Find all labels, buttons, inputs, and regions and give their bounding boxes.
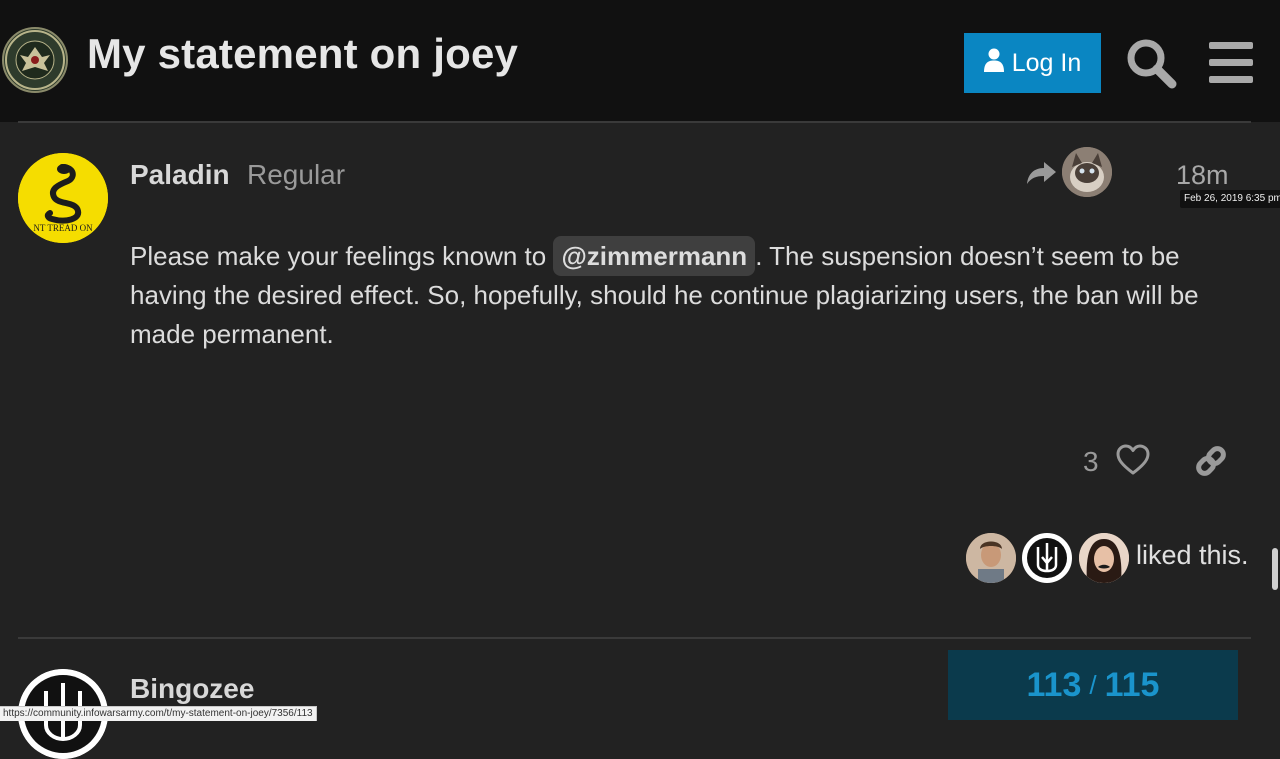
reply-arrow-icon[interactable] xyxy=(1026,160,1058,186)
post-divider xyxy=(18,637,1251,639)
liker-avatar[interactable] xyxy=(1079,533,1129,583)
site-logo[interactable] xyxy=(2,27,68,93)
page-scrollbar[interactable] xyxy=(1272,548,1278,590)
login-button[interactable]: Log In xyxy=(964,33,1101,93)
next-post-username[interactable]: Bingozee xyxy=(130,673,254,705)
post-date[interactable]: 18m xyxy=(1176,160,1229,191)
post-text-start: Please make your feelings known to xyxy=(130,241,554,271)
topic-progress[interactable]: 113 / 115 xyxy=(948,650,1238,720)
header-divider xyxy=(18,121,1251,123)
like-count[interactable]: 3 xyxy=(1083,446,1099,478)
avatar-motto: NT TREAD ON xyxy=(33,223,93,233)
reply-to-avatar[interactable] xyxy=(1062,147,1112,197)
user-mention[interactable]: @zimmermann xyxy=(553,236,756,276)
status-bar-url: https://community.infowarsarmy.com/t/my-… xyxy=(0,706,317,721)
post-username[interactable]: Paladin xyxy=(130,159,230,191)
liker-avatar[interactable] xyxy=(966,533,1016,583)
liker-avatar[interactable] xyxy=(1022,533,1072,583)
progress-total: 115 xyxy=(1104,665,1160,704)
heart-icon[interactable] xyxy=(1116,444,1150,481)
link-icon[interactable] xyxy=(1193,443,1229,484)
date-tooltip: Feb 26, 2019 6:35 pm xyxy=(1180,190,1280,208)
progress-separator: / xyxy=(1089,669,1097,700)
liked-this-label: liked this. xyxy=(1136,540,1249,570)
search-icon[interactable] xyxy=(1124,36,1178,90)
topic-title[interactable]: My statement on joey xyxy=(87,30,518,78)
site-header: My statement on joey Log In xyxy=(0,0,1280,122)
hamburger-menu-icon[interactable] xyxy=(1205,36,1259,90)
progress-current: 113 xyxy=(1026,665,1082,704)
user-avatar[interactable]: NT TREAD ON xyxy=(18,153,108,243)
post-body: Please make your feelings known to @zimm… xyxy=(130,236,1240,354)
login-label: Log In xyxy=(1011,48,1082,77)
user-icon xyxy=(983,48,1004,79)
user-title: Regular xyxy=(247,159,346,190)
